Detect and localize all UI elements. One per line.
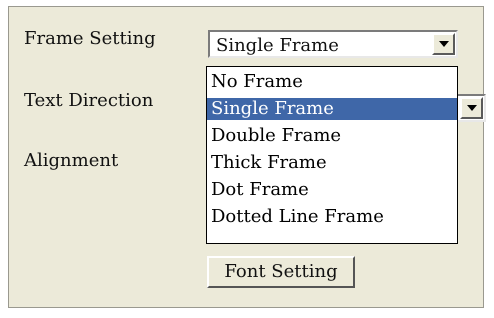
text-direction-dropdown-button[interactable] — [460, 97, 483, 119]
option-double-frame[interactable]: Double Frame — [207, 125, 457, 147]
frame-setting-value: Single Frame — [216, 35, 339, 56]
option-dot-frame[interactable]: Dot Frame — [207, 179, 457, 201]
option-thick-frame[interactable]: Thick Frame — [207, 152, 457, 174]
option-single-frame[interactable]: Single Frame — [207, 98, 457, 120]
option-dotted-line-frame[interactable]: Dotted Line Frame — [207, 206, 457, 228]
frame-setting-select[interactable]: Single Frame — [208, 30, 458, 58]
frame-options-list: No Frame Single Frame Double Frame Thick… — [206, 66, 458, 244]
chevron-down-icon — [467, 105, 477, 111]
option-no-frame[interactable]: No Frame — [207, 71, 457, 93]
text-direction-label: Text Direction — [24, 90, 154, 111]
alignment-label: Alignment — [24, 150, 119, 171]
chevron-down-icon — [439, 41, 449, 47]
font-setting-button[interactable]: Font Setting — [207, 256, 355, 288]
frame-setting-dropdown-button[interactable] — [432, 33, 455, 55]
frame-setting-label: Frame Setting — [24, 28, 156, 49]
